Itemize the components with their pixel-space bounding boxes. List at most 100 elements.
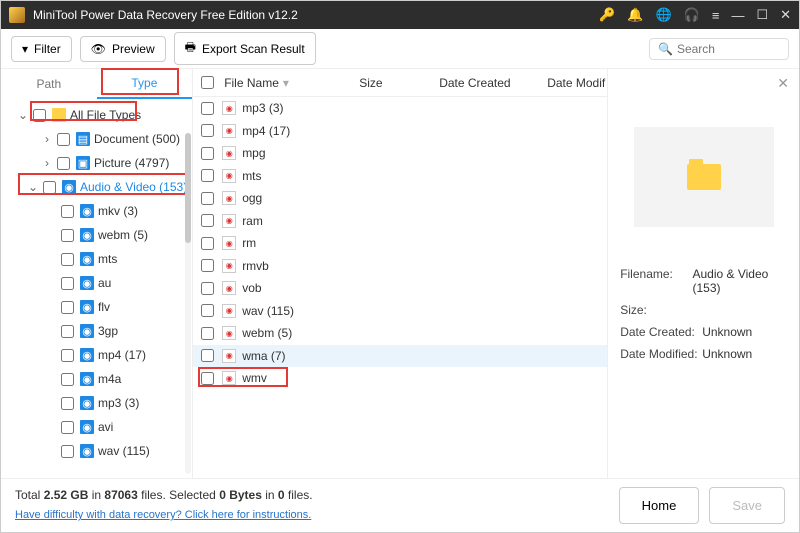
row-checkbox[interactable] (201, 259, 214, 272)
item-checkbox[interactable] (61, 205, 74, 218)
file-row[interactable]: ◉wma (7) (193, 345, 607, 368)
scrollbar-thumb[interactable] (185, 133, 191, 243)
file-row[interactable]: ◉mp3 (3) (193, 97, 607, 120)
file-name-cell: rm (242, 236, 256, 250)
select-all-checkbox[interactable] (201, 76, 214, 89)
chevron-down-icon[interactable]: ⌄ (17, 108, 29, 122)
row-checkbox[interactable] (201, 169, 214, 182)
av-checkbox[interactable] (43, 181, 56, 194)
meta-size-label: Size: (620, 303, 702, 317)
item-checkbox[interactable] (61, 445, 74, 458)
row-checkbox[interactable] (201, 214, 214, 227)
help-link[interactable]: Have difficulty with data recovery? Clic… (15, 509, 311, 521)
item-checkbox[interactable] (61, 397, 74, 410)
media-icon: ◉ (80, 276, 94, 290)
search-box[interactable]: 🔍 (649, 38, 789, 60)
item-checkbox[interactable] (61, 349, 74, 362)
tab-path[interactable]: Path (1, 69, 97, 99)
file-row[interactable]: ◉mp4 (17) (193, 120, 607, 143)
row-checkbox[interactable] (201, 237, 214, 250)
row-checkbox[interactable] (201, 282, 214, 295)
tree-item[interactable]: ◉mp3 (3) (3, 391, 192, 415)
col-filename[interactable]: File Name▾ (224, 76, 359, 90)
tree-item-label: mp3 (3) (98, 396, 139, 410)
row-checkbox[interactable] (201, 124, 214, 137)
docs-checkbox[interactable] (57, 133, 70, 146)
row-checkbox[interactable] (201, 327, 214, 340)
root-checkbox[interactable] (33, 109, 46, 122)
file-row[interactable]: ◉wmv (193, 367, 607, 390)
close-icon[interactable]: ✕ (780, 7, 791, 23)
tree-item[interactable]: ◉m4a (3, 367, 192, 391)
row-checkbox[interactable] (201, 304, 214, 317)
close-preview-icon[interactable]: ✕ (777, 75, 789, 92)
file-row[interactable]: ◉rm (193, 232, 607, 255)
tree-pictures[interactable]: › ▣ Picture (4797) (3, 151, 192, 175)
media-icon: ◉ (80, 420, 94, 434)
key-icon[interactable]: 🔑 (599, 7, 615, 23)
root-label: All File Types (70, 108, 141, 122)
tree-item[interactable]: ◉webm (5) (3, 223, 192, 247)
item-checkbox[interactable] (61, 277, 74, 290)
tree-item[interactable]: ◉wav (115) (3, 439, 192, 463)
file-row[interactable]: ◉ogg (193, 187, 607, 210)
file-name-cell: ram (242, 214, 263, 228)
tree-item[interactable]: ◉flv (3, 295, 192, 319)
file-row[interactable]: ◉wav (115) (193, 300, 607, 323)
item-checkbox[interactable] (61, 229, 74, 242)
file-row[interactable]: ◉mts (193, 165, 607, 188)
file-row[interactable]: ◉vob (193, 277, 607, 300)
col-date-modified[interactable]: Date Modif (547, 76, 607, 90)
row-checkbox[interactable] (201, 372, 214, 385)
row-checkbox[interactable] (201, 349, 214, 362)
file-row[interactable]: ◉mpg (193, 142, 607, 165)
globe-icon[interactable]: 🌐 (655, 7, 671, 23)
item-checkbox[interactable] (61, 253, 74, 266)
tree-item-label: mp4 (17) (98, 348, 146, 362)
file-row[interactable]: ◉webm (5) (193, 322, 607, 345)
row-checkbox[interactable] (201, 192, 214, 205)
pics-checkbox[interactable] (57, 157, 70, 170)
col-date-created[interactable]: Date Created (439, 76, 547, 90)
tree-item[interactable]: ◉mts (3, 247, 192, 271)
item-checkbox[interactable] (61, 325, 74, 338)
col-size[interactable]: Size (359, 76, 439, 90)
file-row[interactable]: ◉ram (193, 210, 607, 233)
docs-label: Document (500) (94, 132, 180, 146)
home-button[interactable]: Home (619, 487, 700, 524)
meta-datecreated-value: Unknown (702, 325, 752, 339)
preview-button[interactable]: 👁Preview (80, 36, 166, 62)
file-name-cell: mpg (242, 146, 265, 160)
audio-video-icon: ◉ (62, 180, 76, 194)
tree-root[interactable]: ⌄ All File Types (3, 103, 192, 127)
chevron-down-icon[interactable]: ⌄ (27, 180, 39, 194)
tree-documents[interactable]: › ▤ Document (500) (3, 127, 192, 151)
headset-icon[interactable]: 🎧 (684, 7, 700, 23)
row-checkbox[interactable] (201, 147, 214, 160)
tree-item[interactable]: ◉au (3, 271, 192, 295)
maximize-icon[interactable]: ☐ (756, 7, 768, 23)
row-checkbox[interactable] (201, 102, 214, 115)
chevron-right-icon[interactable]: › (41, 132, 53, 146)
sort-icon: ▾ (283, 76, 289, 90)
item-checkbox[interactable] (61, 373, 74, 386)
filter-button[interactable]: ▾Filter (11, 36, 72, 62)
search-input[interactable] (677, 42, 780, 56)
sidebar-scrollbar[interactable] (185, 133, 191, 474)
chevron-right-icon[interactable]: › (41, 156, 53, 170)
item-checkbox[interactable] (61, 421, 74, 434)
tree-item[interactable]: ◉avi (3, 415, 192, 439)
file-row[interactable]: ◉rmvb (193, 255, 607, 278)
tab-type[interactable]: Type (97, 69, 193, 99)
tree-item[interactable]: ◉mp4 (17) (3, 343, 192, 367)
minimize-icon[interactable]: — (731, 8, 744, 23)
tree-item[interactable]: ◉mkv (3) (3, 199, 192, 223)
sidebar-tabs: Path Type (1, 69, 192, 99)
tree-item[interactable]: ◉3gp (3, 319, 192, 343)
item-checkbox[interactable] (61, 301, 74, 314)
tree-audio-video[interactable]: ⌄ ◉ Audio & Video (153) (3, 175, 192, 199)
save-button[interactable]: Save (709, 487, 785, 524)
menu-icon[interactable]: ≡ (712, 8, 720, 23)
export-button[interactable]: 🖶Export Scan Result (174, 32, 316, 65)
bell-icon[interactable]: 🔔 (627, 7, 643, 23)
